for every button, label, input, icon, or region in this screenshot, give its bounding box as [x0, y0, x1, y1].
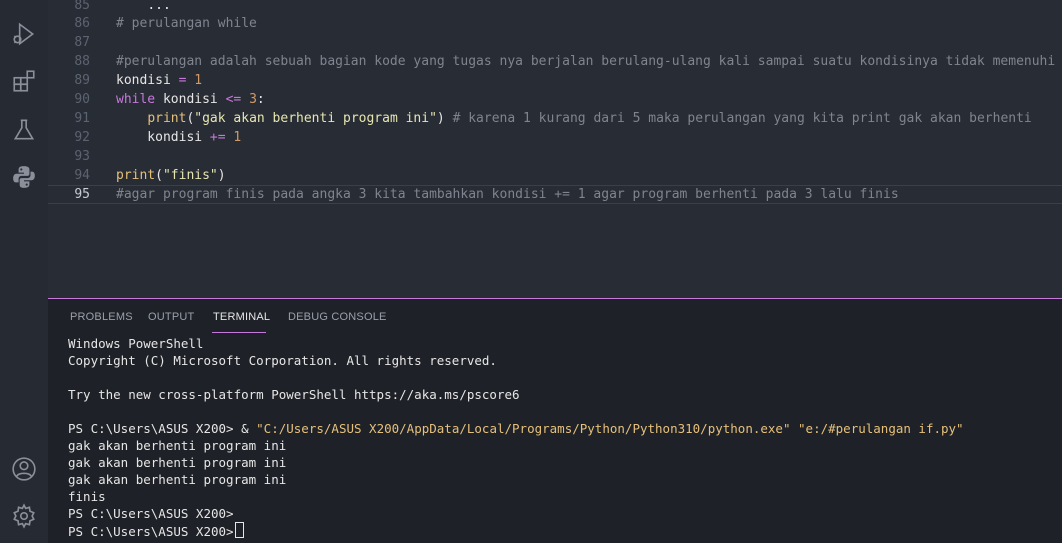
code-token: # perulangan while — [116, 16, 257, 31]
code-text: kondisi += 1 — [116, 128, 241, 147]
terminal-output-line: gak akan berhenti program ini — [68, 455, 287, 470]
code-text: print("finis") — [116, 166, 226, 185]
code-token: while — [116, 92, 156, 107]
terminal-cursor — [234, 522, 244, 538]
code-text: #agar program finis pada angka 3 kita ta… — [116, 186, 899, 203]
code-token: print — [116, 168, 156, 183]
settings-gear-icon[interactable] — [10, 502, 38, 530]
line-number: 85 — [74, 0, 90, 13]
code-token: kondisi — [116, 73, 179, 88]
line-number: 87 — [74, 35, 90, 50]
code-text: ... — [116, 0, 171, 15]
terminal-command-line: PS C:\Users\ASUS X200> & "C:/Users/ASUS … — [68, 420, 964, 437]
account-icon[interactable] — [10, 455, 38, 483]
code-token: += — [209, 130, 226, 145]
code-line[interactable]: 85 ... — [48, 0, 1062, 15]
run-debug-icon[interactable] — [10, 20, 38, 48]
code-token: # karena 1 kurang dari 5 maka perulangan… — [452, 111, 1032, 126]
code-token: "gak akan berhenti program ini" — [194, 111, 437, 126]
activity-bar — [0, 0, 48, 543]
code-line[interactable]: 94 print("finis") — [48, 166, 1062, 185]
terminal-active-prompt[interactable]: PS C:\Users\ASUS X200> — [68, 522, 244, 540]
terminal-prompt: PS C:\Users\ASUS X200> — [68, 524, 234, 539]
line-number: 91 — [74, 111, 90, 126]
line-number: 86 — [74, 16, 90, 31]
code-token: ) — [217, 168, 226, 183]
code-text: # perulangan while — [116, 14, 257, 33]
terminal-script-path: "e:/#perulangan if.py" — [798, 421, 964, 436]
terminal-prompt-line: PS C:\Users\ASUS X200> — [68, 506, 234, 521]
code-token: kondisi — [155, 92, 226, 107]
terminal-exe-path: "C:/Users/ASUS X200/AppData/Local/Progra… — [256, 421, 791, 436]
code-token: 3 — [249, 92, 257, 107]
code-line[interactable]: 90 while kondisi <= 3: — [48, 90, 1062, 109]
bottom-panel: PROBLEMS OUTPUT TERMINAL DEBUG CONSOLE W… — [48, 299, 1062, 543]
code-line[interactable]: 89 kondisi = 1 — [48, 71, 1062, 90]
tab-terminal[interactable]: TERMINAL — [213, 311, 270, 323]
line-number: 89 — [74, 73, 90, 88]
code-token: 1 — [194, 73, 203, 88]
line-number: 95 — [74, 187, 90, 202]
terminal-prompt: PS C:\Users\ASUS X200> & — [68, 421, 257, 436]
terminal-line: Copyright (C) Microsoft Corporation. All… — [68, 353, 497, 368]
code-token: kondisi — [116, 130, 210, 145]
code-text: #perulangan adalah sebuah bagian kode ya… — [116, 52, 1055, 71]
tab-debug-console[interactable]: DEBUG CONSOLE — [288, 311, 387, 323]
line-number: 93 — [74, 149, 90, 164]
code-line[interactable]: 93 — [48, 147, 1062, 166]
code-editor[interactable]: 85 ... 86 # perulangan while 87 88 #perulanga… — [48, 0, 1062, 298]
code-token: <= — [225, 92, 242, 107]
code-token: print — [147, 111, 187, 126]
code-token: "finis" — [162, 168, 218, 183]
terminal-output-line: finis — [68, 489, 106, 504]
terminal-line: Try the new cross-platform PowerShell ht… — [68, 387, 520, 402]
terminal-separator — [790, 421, 798, 436]
code-token: ) — [436, 111, 453, 126]
python-icon[interactable] — [10, 163, 38, 191]
testing-icon[interactable] — [10, 116, 38, 144]
code-text: kondisi = 1 — [116, 71, 202, 90]
line-number: 94 — [74, 168, 90, 183]
code-line[interactable]: 87 — [48, 33, 1062, 52]
tab-problems[interactable]: PROBLEMS — [70, 311, 133, 323]
extensions-icon[interactable] — [10, 67, 38, 95]
terminal-line: Windows PowerShell — [68, 336, 204, 351]
code-token: ... — [147, 0, 171, 13]
code-line[interactable]: 95 #agar program finis pada angka 3 kita … — [48, 185, 1062, 204]
active-tab-indicator — [212, 332, 266, 333]
code-token: #agar program finis pada angka 3 kita ta… — [116, 187, 899, 202]
code-token: ( — [155, 168, 163, 183]
tab-output[interactable]: OUTPUT — [148, 311, 194, 323]
line-number: 90 — [74, 92, 90, 107]
code-token: #perulangan adalah sebuah bagian kode ya… — [116, 54, 1056, 69]
terminal-output-line: gak akan berhenti program ini — [68, 472, 287, 487]
code-line[interactable]: 88 #perulangan adalah sebuah bagian kode … — [48, 52, 1062, 71]
code-token: 1 — [233, 130, 242, 145]
terminal-output-line: gak akan berhenti program ini — [68, 438, 287, 453]
code-line[interactable]: 91 print("gak akan berhenti program ini"… — [48, 109, 1062, 128]
code-line[interactable]: 92 kondisi += 1 — [48, 128, 1062, 147]
line-number: 92 — [74, 130, 90, 145]
code-text: while kondisi <= 3: — [116, 90, 265, 109]
code-line[interactable]: 86 # perulangan while — [48, 14, 1062, 33]
code-token: : — [256, 92, 265, 107]
code-text: print("gak akan berhenti program ini") #… — [116, 109, 1032, 128]
line-number: 88 — [74, 54, 90, 69]
